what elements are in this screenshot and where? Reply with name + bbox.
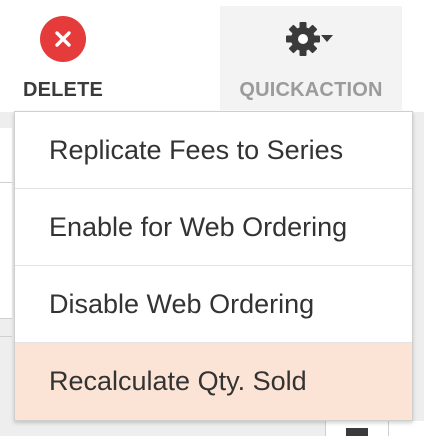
gear-dropdown-icon xyxy=(281,16,341,62)
quickaction-label: QUICKACTION xyxy=(239,79,383,101)
background-panel-bottom xyxy=(325,421,424,436)
delete-button[interactable]: DELETE xyxy=(0,6,126,110)
calendar-icon[interactable] xyxy=(346,428,368,436)
background-divider xyxy=(388,421,389,436)
menu-item-replicate-fees[interactable]: Replicate Fees to Series xyxy=(15,112,412,189)
background-divider xyxy=(325,421,326,436)
menu-item-enable-web-ordering[interactable]: Enable for Web Ordering xyxy=(15,189,412,266)
menu-item-label: Enable for Web Ordering xyxy=(49,211,348,242)
background-divider xyxy=(0,336,12,337)
quickaction-button[interactable]: QUICKACTION xyxy=(220,6,402,110)
menu-item-label: Disable Web Ordering xyxy=(49,288,315,319)
quickaction-menu: Replicate Fees to Series Enable for Web … xyxy=(14,111,413,421)
menu-item-label: Replicate Fees to Series xyxy=(49,134,344,165)
background-divider xyxy=(0,318,12,319)
menu-item-label: Recalculate Qty. Sold xyxy=(49,366,307,396)
menu-item-disable-web-ordering[interactable]: Disable Web Ordering xyxy=(15,266,412,343)
toolbar: DELETE QUICKACTION xyxy=(0,0,424,112)
delete-label: DELETE xyxy=(22,79,104,101)
background-divider xyxy=(0,182,12,183)
close-circle-icon xyxy=(40,16,86,62)
background-panel-left xyxy=(0,128,12,318)
menu-item-recalculate-qty-sold[interactable]: Recalculate Qty. Sold xyxy=(15,343,412,420)
